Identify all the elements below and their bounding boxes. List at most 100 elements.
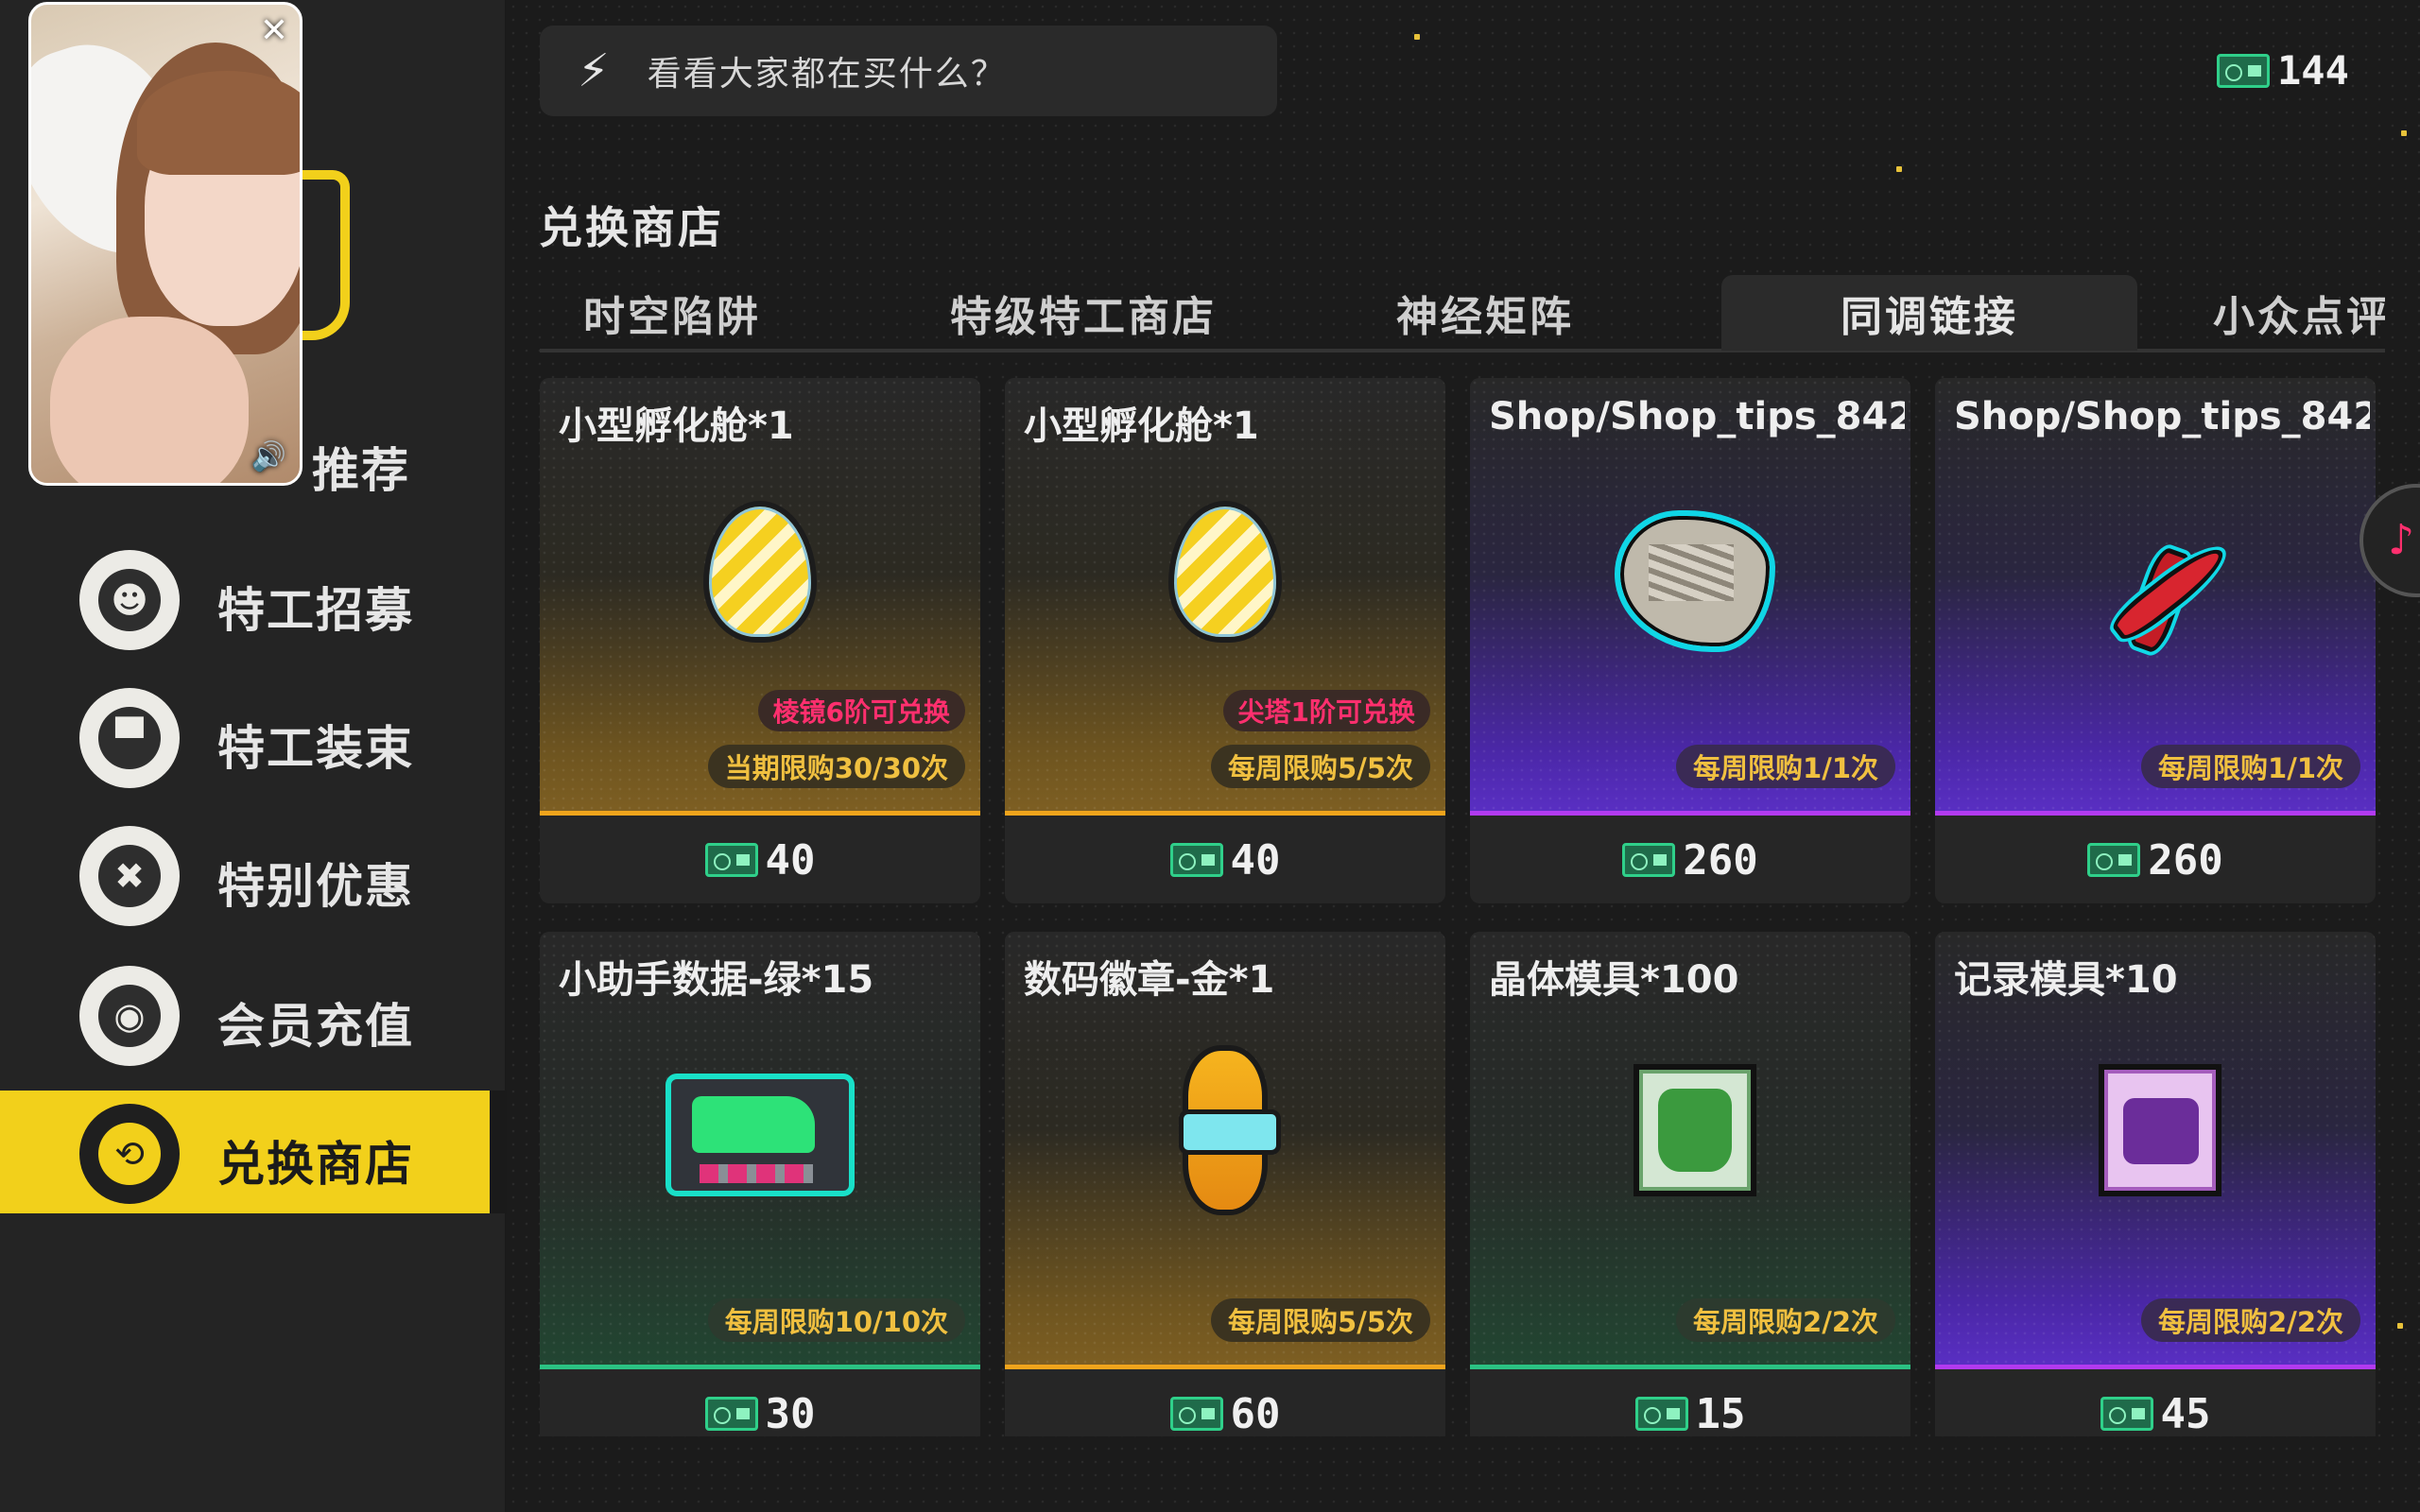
chip-coin-icon [1169,843,1223,877]
tab-sync-link[interactable]: 同调链接 [1721,275,2137,351]
page-title: 兑换商店 [539,202,724,253]
jet-plane-icon [2061,491,2250,662]
chip-coin-icon [1634,1397,1688,1431]
chip-coin-icon [2217,53,2270,88]
chip-coin-icon [704,1397,758,1431]
search-placeholder: 看看大家都在买什么？ [647,55,1007,94]
video-content [137,71,300,175]
sidebar-item-membership[interactable]: ◉ 会员充值 [0,953,507,1075]
price-value: 260 [2148,835,2223,885]
crystal-mold-icon [1596,1045,1785,1215]
rarity-bar [1470,811,1910,816]
exchange-icon: ⟲ [79,1104,180,1204]
tab-neural-matrix[interactable]: 神经矩阵 [1372,275,1599,351]
purchase-limit-badge: 每周限购5/5次 [1211,1298,1430,1342]
shop-item-card[interactable]: 小助手数据-绿*15 每周限购10/10次 30 [540,932,980,1436]
lightning-icon: ⚡ [578,44,610,97]
shop-tabs: 时空陷阱 特级特工商店 神经矩阵 同调链接 小众点评 [540,267,2385,352]
sidebar-item-label: 特工装束 [217,721,414,776]
chip-coin-icon [1169,1397,1223,1431]
unlock-requirement-badge: 棱镜6阶可兑换 [757,690,965,731]
price-value: 40 [1230,835,1281,885]
item-name: 晶体模具*100 [1489,958,1739,1002]
striped-egg-icon [666,491,855,662]
price[interactable]: 40 [1005,832,1445,888]
speaker-icon[interactable]: 🔊 [251,443,286,472]
rarity-bar [1005,811,1445,816]
price-value: 260 [1683,835,1758,885]
shop-item-card[interactable]: Shop/Shop_tips_8429 每周限购1/1次 260 [1935,378,2376,903]
data-chip-icon [666,1045,855,1215]
sidebar-item-exchange-shop[interactable]: ⟲ 兑换商店 [0,1091,507,1213]
price-value: 45 [2160,1389,2211,1437]
price[interactable]: 30 [540,1385,980,1436]
price-value: 15 [1695,1389,1746,1437]
price[interactable]: 15 [1470,1385,1910,1436]
purchase-limit-badge: 每周限购2/2次 [1676,1298,1895,1342]
tab-niche-review[interactable]: 小众点评 [2213,275,2385,351]
shop-item-card[interactable]: 记录模具*10 每周限购2/2次 45 [1935,932,2376,1436]
rarity-bar [1935,1365,2376,1369]
currency-value: 144 [2277,47,2349,94]
rarity-bar [540,1365,980,1369]
purchase-limit-badge: 每周限购1/1次 [2141,745,2360,788]
tab-elite-agent-shop[interactable]: 特级特工商店 [918,275,1249,351]
item-name: Shop/Shop_tips_8429 [1954,395,2370,438]
shop-item-card[interactable]: 数码徽章-金*1 每周限购5/5次 60 [1005,932,1445,1436]
tools-icon: ✖ [79,826,180,926]
item-name: 小助手数据-绿*15 [559,958,874,1002]
item-name: 小型孵化舱*1 [559,404,794,448]
rarity-bar [1005,1365,1445,1369]
tab-time-trap[interactable]: 时空陷阱 [540,275,804,351]
item-name: 记录模具*10 [1954,958,2178,1002]
shop-item-card[interactable]: 小型孵化舱*1 尖塔1阶可兑换 每周限购5/5次 40 [1005,378,1445,903]
rarity-bar [1470,1365,1910,1369]
purchase-limit-badge: 每周限购2/2次 [2141,1298,2360,1342]
item-name: 数码徽章-金*1 [1024,958,1275,1002]
sidebar-item-offers[interactable]: ✖ 特别优惠 [0,813,507,936]
shop-item-card[interactable]: Shop/Shop_tips_8428 每周限购1/1次 260 [1470,378,1910,903]
price[interactable]: 45 [1935,1385,2376,1436]
shirt-icon: ▀ [79,688,180,788]
agent-head-icon: ☻ [79,550,180,650]
sidebar-item-label: 推荐 [312,443,410,498]
price[interactable]: 260 [1470,832,1910,888]
price-value: 30 [765,1389,816,1437]
price-value: 40 [765,835,816,885]
stone-icon [1596,491,1785,662]
video-content [50,317,249,483]
sidebar-item-recruit[interactable]: ☻ 特工招募 [0,537,507,660]
record-mold-icon [2061,1045,2250,1215]
price[interactable]: 260 [1935,832,2376,888]
purchase-limit-badge: 当期限购30/30次 [707,745,965,788]
sidebar-item-label: 会员充值 [217,999,414,1054]
sidebar-item-label: 特别优惠 [217,859,414,914]
purchase-limit-badge: 每周限购1/1次 [1676,745,1895,788]
item-name: Shop/Shop_tips_8428 [1489,395,1905,438]
rarity-bar [1935,811,2376,816]
purchase-limit-badge: 每周限购10/10次 [707,1298,965,1342]
chip-coin-icon [1622,843,1676,877]
price[interactable]: 60 [1005,1385,1445,1436]
target-icon: ◉ [79,966,180,1066]
purchase-limit-badge: 每周限购5/5次 [1211,745,1430,788]
gold-badge-icon [1131,1045,1320,1215]
striped-egg-icon [1131,491,1320,662]
rarity-bar [540,811,980,816]
shop-item-card[interactable]: 小型孵化舱*1 棱镜6阶可兑换 当期限购30/30次 40 [540,378,980,903]
chip-coin-icon [2087,843,2141,877]
currency-balance: 144 [2217,47,2349,94]
live-video-overlay[interactable]: ✕ 🔊 [28,2,302,486]
sidebar-item-label: 特工招募 [217,583,414,638]
chip-coin-icon [704,843,758,877]
search-bar[interactable]: ⚡ 看看大家都在买什么？ [540,26,1277,116]
close-icon[interactable]: ✕ [260,14,288,48]
chip-coin-icon [2100,1397,2153,1431]
price[interactable]: 40 [540,832,980,888]
sidebar-item-label: 兑换商店 [217,1137,414,1192]
unlock-requirement-badge: 尖塔1阶可兑换 [1222,690,1430,731]
item-name: 小型孵化舱*1 [1024,404,1259,448]
shop-item-card[interactable]: 晶体模具*100 每周限购2/2次 15 [1470,932,1910,1436]
sidebar-item-outfit[interactable]: ▀ 特工装束 [0,675,507,798]
item-grid: 小型孵化舱*1 棱镜6阶可兑换 当期限购30/30次 40 小型孵化舱*1 尖塔… [540,378,2376,1436]
